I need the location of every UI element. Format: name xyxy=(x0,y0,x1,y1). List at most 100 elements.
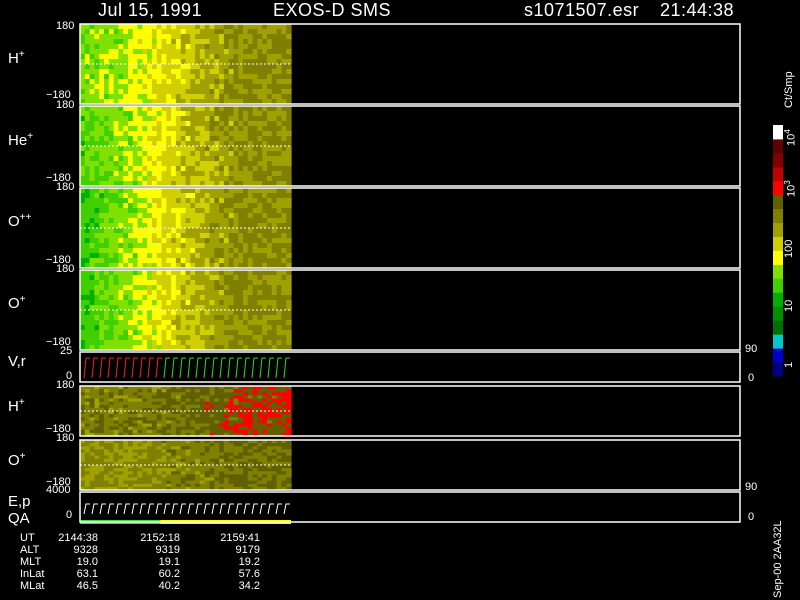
heatmap-cell xyxy=(276,69,282,75)
heatmap-cell xyxy=(262,29,268,35)
heatmap-cell xyxy=(142,106,148,112)
ephemeris-labels: UT ALT MLT InLat MLat xyxy=(20,532,45,592)
heatmap-cell xyxy=(199,121,206,127)
heatmap-cell xyxy=(151,480,158,485)
heatmap-cell xyxy=(123,121,129,127)
heatmap-cell xyxy=(89,213,95,219)
heatmap-cell xyxy=(233,315,239,321)
heatmap-cell xyxy=(132,295,139,301)
heatmap-cell xyxy=(267,64,273,70)
panel-label-qa: QA xyxy=(8,510,30,527)
heatmap-cell xyxy=(228,335,235,341)
heatmap-cell xyxy=(132,320,139,326)
heatmap-cell xyxy=(89,94,95,100)
heatmap-cell xyxy=(166,315,172,321)
heatmap-cell xyxy=(209,248,215,254)
heatmap-cell xyxy=(137,290,143,296)
heatmap-cell xyxy=(204,94,211,100)
heatmap-cell xyxy=(185,166,191,172)
heatmap-cell xyxy=(219,213,225,219)
heatmap-cell xyxy=(281,270,287,276)
heatmap-cell xyxy=(84,131,91,137)
heatmap-cell xyxy=(262,161,268,167)
heatmap-cell xyxy=(118,39,124,45)
heatmap-cell xyxy=(132,414,139,418)
heatmap-cell xyxy=(262,340,268,346)
heatmap-cell xyxy=(257,136,263,142)
heatmap-cell xyxy=(132,44,139,50)
heatmap-cell xyxy=(132,69,139,75)
heatmap-cell xyxy=(243,300,249,306)
heatmap-cell xyxy=(123,188,129,194)
heatmap-cell xyxy=(108,295,115,301)
heatmap-cell xyxy=(223,79,230,85)
heatmap-cell xyxy=(132,208,139,214)
heatmap-cell xyxy=(204,188,211,194)
heatmap-cell xyxy=(262,176,268,182)
panel-label-o-plusplus: O++ xyxy=(8,212,32,230)
heatmap-cell xyxy=(180,443,187,447)
heatmap-cell xyxy=(276,64,282,70)
heatmap-cell xyxy=(156,330,163,336)
heatmap-cell xyxy=(204,340,211,346)
heatmap-cell xyxy=(199,335,206,341)
heatmap-cell xyxy=(223,280,230,286)
heatmap-cell xyxy=(180,275,187,281)
heatmap-cell xyxy=(166,340,172,346)
velocity-trace xyxy=(203,357,210,379)
heatmap-cell xyxy=(94,315,100,321)
heatmap-cell xyxy=(233,335,239,341)
heatmap-cell xyxy=(147,443,153,447)
heatmap-cell xyxy=(80,310,86,316)
heatmap-cell xyxy=(195,171,201,177)
heatmap-cell xyxy=(128,340,134,346)
heatmap-cell xyxy=(243,414,249,418)
heatmap-cell xyxy=(128,315,134,321)
heatmap-cell xyxy=(233,213,239,219)
velocity-trace xyxy=(91,357,98,379)
heatmap-cell xyxy=(252,426,258,431)
heatmap-cell xyxy=(228,310,235,316)
heatmap-cell xyxy=(84,218,91,224)
heatmap-cell xyxy=(180,290,187,296)
heatmap-cell xyxy=(99,233,105,239)
heatmap-cell xyxy=(233,156,239,162)
heatmap-cell xyxy=(271,94,278,100)
heatmap-cell xyxy=(80,64,86,70)
heatmap-cell xyxy=(247,248,254,254)
heatmap-cell xyxy=(262,171,268,177)
heatmap-cell xyxy=(195,156,201,162)
heatmap-cell xyxy=(89,151,95,157)
heatmap-cell xyxy=(113,39,119,45)
heatmap-cell xyxy=(214,285,220,291)
heatmap-cell xyxy=(171,49,177,55)
heatmap-cell xyxy=(104,156,110,162)
heatmap-cell xyxy=(118,208,124,214)
heatmap-cell xyxy=(252,285,258,291)
heatmap-cell xyxy=(276,203,282,209)
heatmap-cell xyxy=(209,84,215,90)
heatmap-cell xyxy=(228,270,235,276)
heatmap-cell xyxy=(108,320,115,326)
heatmap-cell xyxy=(151,171,158,177)
heatmap-cell xyxy=(271,270,278,276)
heatmap-cell xyxy=(94,176,100,182)
heatmap-cell xyxy=(142,121,148,127)
heatmap-cell xyxy=(262,253,268,259)
heatmap-cell xyxy=(175,455,182,460)
heatmap-cell xyxy=(142,44,148,50)
heatmap-cell xyxy=(185,94,191,100)
heatmap-cell xyxy=(132,203,139,209)
heatmap-cell xyxy=(89,414,95,418)
heatmap-cell xyxy=(89,258,95,264)
heatmap-cell xyxy=(252,320,258,326)
heatmap-cell xyxy=(199,320,206,326)
heatmap-cell xyxy=(104,34,110,40)
heatmap-cell xyxy=(219,228,225,234)
heatmap-cell xyxy=(238,335,244,341)
heatmap-cell xyxy=(147,161,153,167)
heatmap-cell xyxy=(142,126,148,132)
heatmap-cell xyxy=(89,24,95,30)
heatmap-cell xyxy=(185,74,191,80)
heatmap-cell xyxy=(147,285,153,291)
